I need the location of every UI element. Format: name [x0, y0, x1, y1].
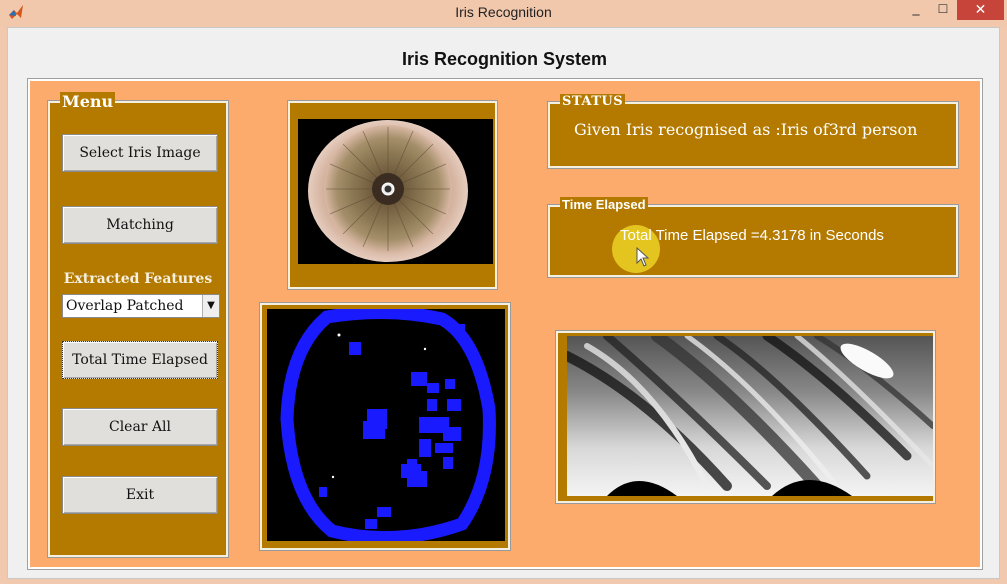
extracted-features-select[interactable]: Overlap Patched ▼ [62, 294, 220, 318]
time-elapsed-legend: Time Elapsed [560, 197, 648, 212]
mouse-pointer-icon [636, 247, 650, 267]
chevron-down-icon[interactable]: ▼ [202, 295, 219, 317]
main-panel: Menu Select Iris Image Matching Extracte… [28, 79, 982, 569]
title-bar: Iris Recognition _ ☐ ✕ [0, 0, 1007, 27]
status-text: Given Iris recognised as :Iris of3rd per… [574, 120, 918, 139]
exit-button[interactable]: Exit [62, 476, 218, 514]
menu-legend: Menu [60, 92, 116, 111]
normalized-iris-image [567, 336, 933, 496]
select-iris-image-button[interactable]: Select Iris Image [62, 134, 218, 172]
maximize-button[interactable]: ☐ [932, 0, 954, 22]
time-elapsed-panel: Time Elapsed Total Time Elapsed =4.3178 … [548, 197, 958, 277]
status-panel: STATUS Given Iris recognised as :Iris of… [548, 94, 958, 168]
iris-image [298, 119, 493, 264]
page-title: Iris Recognition System [401, 49, 608, 69]
extracted-features-label: Extracted Features [63, 271, 213, 287]
normalized-iris-panel [556, 331, 935, 503]
clear-all-button[interactable]: Clear All [62, 408, 218, 446]
minimize-button[interactable]: _ [905, 0, 927, 22]
status-legend: STATUS [560, 94, 626, 109]
close-button[interactable]: ✕ [957, 0, 1004, 20]
total-time-elapsed-button[interactable]: Total Time Elapsed [62, 341, 218, 379]
menu-panel: Menu Select Iris Image Matching Extracte… [48, 92, 228, 557]
extracted-features-value: Overlap Patched [66, 298, 184, 314]
time-elapsed-text: Total Time Elapsed =4.3178 in Seconds [620, 227, 884, 244]
figure-client-area: Iris Recognition System Menu Select Iris… [7, 27, 1000, 579]
iris-mask-image [267, 309, 505, 541]
matching-button[interactable]: Matching [62, 206, 218, 244]
iris-image-panel [288, 101, 497, 289]
window-title: Iris Recognition [455, 4, 552, 20]
iris-mask-panel [260, 303, 510, 550]
